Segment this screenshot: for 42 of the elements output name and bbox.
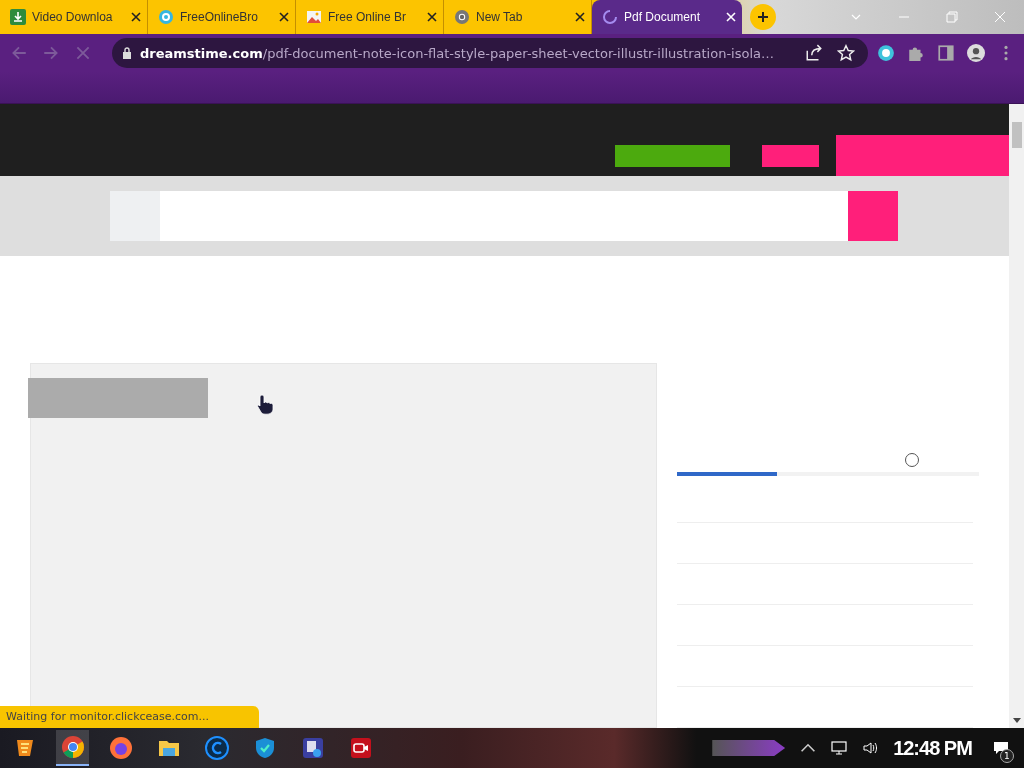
document-sync-icon bbox=[300, 736, 325, 760]
address-bar[interactable]: dreamstime.com/pdf-document-note-icon-flat-style-paper-sheet-vector-illustr-illustration-isola… bbox=[112, 38, 868, 68]
notification-button[interactable]: 1 bbox=[986, 733, 1016, 763]
tab-title: FreeOnlineBro bbox=[180, 10, 260, 24]
download-icon bbox=[10, 9, 26, 25]
speaker-icon[interactable] bbox=[862, 741, 879, 755]
browser-tab[interactable]: New Tab bbox=[444, 0, 592, 34]
chrome-icon bbox=[454, 9, 470, 25]
scroll-down-icon[interactable] bbox=[1012, 718, 1021, 723]
browser-tab[interactable]: Pdf Document bbox=[592, 0, 742, 34]
radio-button[interactable] bbox=[905, 453, 919, 467]
ring-icon bbox=[158, 9, 174, 25]
close-icon[interactable] bbox=[279, 12, 289, 22]
close-icon[interactable] bbox=[427, 12, 437, 22]
browser-tab[interactable]: Video Downloa bbox=[0, 0, 148, 34]
browser-tab[interactable]: Free Online Br bbox=[296, 0, 444, 34]
loading-spinner-icon bbox=[602, 9, 618, 25]
notification-count: 1 bbox=[1000, 749, 1014, 763]
lock-icon bbox=[122, 47, 132, 59]
taskbar-app[interactable] bbox=[56, 730, 90, 766]
url-text: dreamstime.com/pdf-document-note-icon-flat-style-paper-sheet-vector-illustr-illustration-isola… bbox=[140, 45, 776, 61]
image-icon bbox=[306, 9, 322, 25]
tab-title: Free Online Br bbox=[328, 10, 408, 24]
firefox-icon bbox=[108, 736, 133, 760]
c-logo-icon bbox=[204, 736, 229, 760]
status-bubble: Waiting for monitor.clickcease.com... bbox=[0, 706, 260, 728]
close-icon[interactable] bbox=[575, 12, 585, 22]
new-tab-button[interactable] bbox=[750, 4, 776, 30]
clock[interactable]: 12:48 PM bbox=[893, 736, 972, 760]
scrollbar[interactable] bbox=[1009, 104, 1024, 728]
scrollbar-thumb[interactable] bbox=[1011, 122, 1022, 148]
browser-tab[interactable]: FreeOnlineBro bbox=[148, 0, 296, 34]
tab-title: Video Downloa bbox=[32, 10, 114, 24]
video-camera-icon bbox=[348, 736, 373, 760]
chrome-icon bbox=[60, 735, 85, 759]
plus-icon bbox=[757, 11, 769, 23]
tab-title: Pdf Document bbox=[624, 10, 702, 24]
tab-title: New Tab bbox=[476, 10, 524, 24]
avatar-icon[interactable] bbox=[964, 41, 988, 65]
hand-cursor-icon bbox=[256, 393, 276, 415]
close-icon[interactable] bbox=[131, 12, 141, 22]
network-icon[interactable] bbox=[831, 741, 848, 755]
